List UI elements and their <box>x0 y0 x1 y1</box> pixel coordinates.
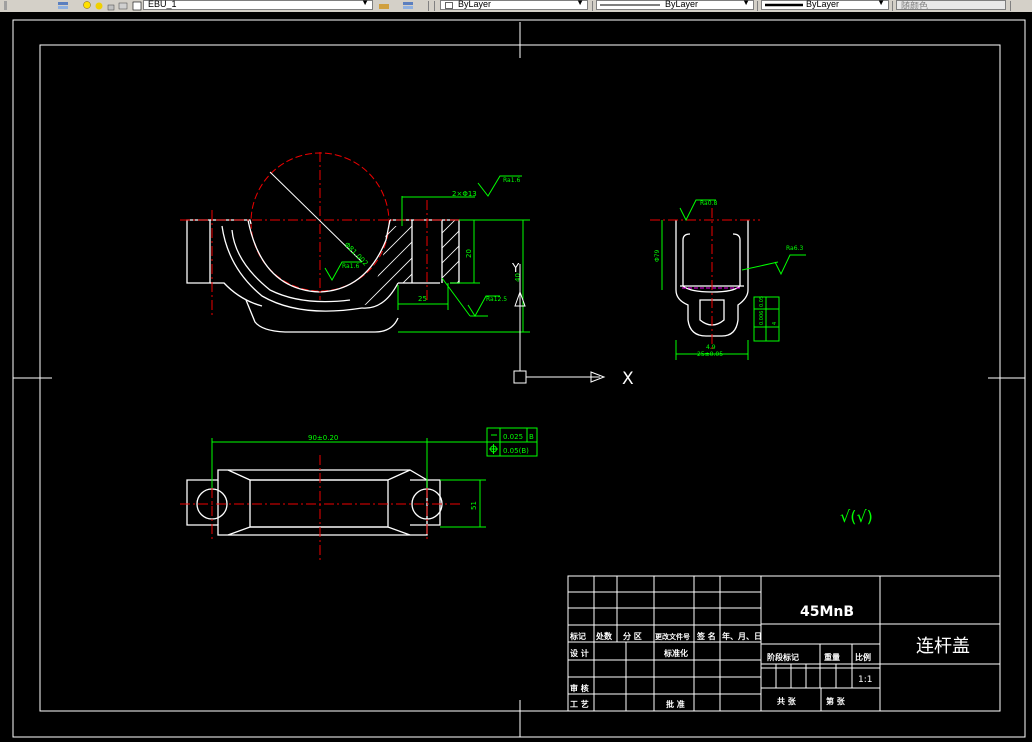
front-roughness-bore: Ra1.6 <box>342 263 359 270</box>
chevron-down-icon[interactable]: ▼ <box>361 0 369 7</box>
general-roughness-note: √(√) <box>840 507 873 526</box>
drawing-canvas[interactable]: Φ81.002 2×Φ13 25 20 40 Ra1.6 Ra1.6 Ra12.… <box>0 12 1032 742</box>
color-value: ByLayer <box>458 0 492 9</box>
header-sign: 签 名 <box>696 631 716 641</box>
layer-state-dropdown[interactable] <box>8 0 20 10</box>
linetype-value: ByLayer <box>665 0 699 9</box>
header-zone: 分 区 <box>623 631 642 641</box>
toolbar-grip <box>4 1 7 10</box>
scale-value: 1:1 <box>858 675 872 685</box>
ucs-x-label: X <box>622 369 634 389</box>
header-mark: 标记 <box>569 631 586 641</box>
linetype-dropdown[interactable]: ByLayer ▼ <box>596 0 754 10</box>
header-date: 年、月、日 <box>722 631 762 641</box>
material-label: 45MnB <box>800 604 854 620</box>
plotstyle-dropdown: 随颜色 <box>896 0 1006 11</box>
top-tol-flat: 0.025 <box>503 433 523 441</box>
plotstyle-value: 随颜色 <box>901 1 929 11</box>
side-roughness-side: Ra6.3 <box>786 245 803 252</box>
ratio-label: 比例 <box>855 652 871 662</box>
chevron-down-icon[interactable]: ▼ <box>576 0 584 7</box>
row-design: 设 计 <box>570 648 589 658</box>
top-span-dim: 90±0.20 <box>308 434 338 442</box>
side-bottom-dim: 25±0.05 <box>697 351 723 358</box>
front-width-dim: 25 <box>418 295 427 303</box>
make-object-layer-current-icon[interactable] <box>378 1 389 10</box>
layer-name: EBU_1 <box>148 0 177 9</box>
front-roughness-top: Ra1.6 <box>503 177 520 184</box>
row-review: 审 核 <box>570 683 589 693</box>
layer-previous-icon[interactable] <box>402 1 413 10</box>
plot-icon[interactable] <box>118 1 128 10</box>
layer-manager-icon[interactable] <box>57 1 68 10</box>
row-approve: 批 准 <box>666 699 685 709</box>
side-roughness-top: Ra0.8 <box>700 200 717 207</box>
top-tol-position: 0.05(B) <box>503 447 529 455</box>
ucs-y-label: Y <box>511 261 520 275</box>
side-tol-b: 0.006 <box>759 311 765 325</box>
part-name: 连杆盖 <box>916 636 970 657</box>
side-tol-c: 4 <box>772 322 778 325</box>
lock-icon[interactable] <box>106 1 116 11</box>
header-count: 处数 <box>595 631 613 641</box>
front-roughness-bottom: Ra12.5 <box>486 296 507 303</box>
sun-freeze-icon[interactable] <box>94 1 104 10</box>
side-bottom-dim2: 4.9 <box>706 344 716 351</box>
sheet-number: 第 张 <box>826 696 846 706</box>
front-holes-dim: 2×Φ13 <box>452 190 477 198</box>
chevron-down-icon[interactable]: ▼ <box>742 0 750 7</box>
row-process: 工 艺 <box>570 699 589 709</box>
header-change-doc: 更改文件号 <box>655 632 690 641</box>
lineweight-value: ByLayer <box>806 0 840 9</box>
color-dropdown[interactable]: ByLayer ▼ <box>440 0 588 10</box>
lightbulb-icon[interactable] <box>82 1 92 10</box>
front-depth-dim: 20 <box>465 249 473 258</box>
row-standard: 标准化 <box>663 648 688 658</box>
weight-label: 重量 <box>824 652 840 662</box>
lineweight-dropdown[interactable]: ByLayer ▼ <box>761 0 889 10</box>
top-tol-flat-ref: B <box>529 433 534 441</box>
sheets-total: 共 张 <box>777 696 797 706</box>
layer-color-swatch-icon <box>132 1 142 11</box>
side-tol-a: 0.05 <box>759 296 765 307</box>
layer-dropdown[interactable]: EBU_1 ▼ <box>143 0 373 10</box>
chevron-down-icon[interactable]: ▼ <box>877 0 885 7</box>
top-height-dim: 51 <box>470 501 478 510</box>
side-inner-dim: Φ79 <box>654 249 661 262</box>
stage-mark-label: 阶段标记 <box>767 652 799 662</box>
